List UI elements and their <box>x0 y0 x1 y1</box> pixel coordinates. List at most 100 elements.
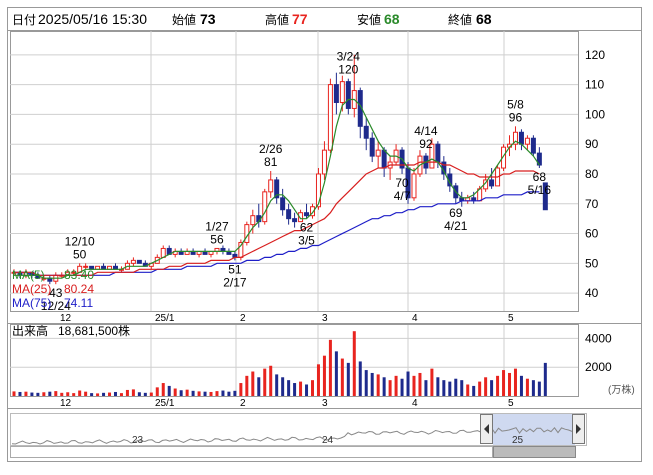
overview-left-handle[interactable] <box>480 414 493 444</box>
scrollbar-track[interactable] <box>10 446 493 458</box>
volume-bar <box>113 391 117 396</box>
volume-tick-label: 2000 <box>585 360 612 374</box>
low-label: 安値 <box>357 12 381 27</box>
overview-year-label: 24 <box>322 435 334 446</box>
high-label: 高値 <box>265 12 289 27</box>
volume-bar <box>125 389 129 396</box>
volume-bar <box>460 380 464 396</box>
volume-bar <box>221 390 225 396</box>
volume-bar <box>412 375 416 396</box>
volume-bar <box>543 362 547 396</box>
annotation-value: 68 <box>533 170 547 184</box>
candle-body <box>130 259 136 264</box>
annotation-date: 3/24 <box>337 50 361 64</box>
candle-body <box>321 149 327 175</box>
ma75-label: MA(75) <box>12 296 51 310</box>
high-value: 77 <box>292 11 308 27</box>
volume-bar <box>18 391 22 396</box>
volume-bar <box>454 378 458 396</box>
annotation-value: 69 <box>449 206 463 220</box>
low-value: 68 <box>384 11 400 27</box>
volume-bar <box>382 377 386 396</box>
candle-body <box>339 81 345 103</box>
volume-bar <box>78 390 82 396</box>
volume-bar <box>358 361 362 396</box>
volume-bar <box>66 392 70 396</box>
volume-bar <box>442 380 446 396</box>
annotation-value: 96 <box>509 110 523 124</box>
overview-strip[interactable]: 23 24 25 <box>10 413 587 458</box>
volume-bar <box>30 392 34 396</box>
volume-bar <box>161 383 165 396</box>
volume-bar <box>191 390 195 396</box>
price-tick-label: 40 <box>585 286 599 300</box>
volume-bar <box>233 390 237 396</box>
price-tick-label: 80 <box>585 167 599 181</box>
volume-bar <box>352 331 356 396</box>
price-tick-label: 120 <box>585 48 605 62</box>
annotation-date: 4/7 <box>394 189 411 203</box>
volume-bar <box>478 381 482 396</box>
annotation-value: 50 <box>73 247 87 261</box>
volume-bar <box>364 370 368 396</box>
candle-body <box>292 218 298 223</box>
annotation-value: 120 <box>338 63 358 77</box>
volume-bar <box>60 392 64 396</box>
open-value: 73 <box>200 11 216 27</box>
candle-body <box>381 149 387 169</box>
month-label: 2 <box>240 398 246 409</box>
volume-bar <box>84 391 88 396</box>
volume-bar <box>275 374 279 396</box>
stock-chart-widget: 日付 2025/05/16 15:30 始値 73 高値 77 安値 68 終値… <box>0 0 653 470</box>
volume-bar <box>424 380 428 396</box>
month-label: 5 <box>508 313 514 324</box>
candle-body <box>524 137 530 145</box>
overview-right-handle[interactable] <box>572 414 585 444</box>
volume-bar <box>269 365 273 396</box>
volume-bar <box>472 385 476 396</box>
close-value: 68 <box>476 11 492 27</box>
price-tick-label: 70 <box>585 197 599 211</box>
volume-bar <box>149 392 153 396</box>
month-label: 5 <box>508 398 514 409</box>
volume-bar <box>370 372 374 396</box>
volume-bar <box>400 378 404 396</box>
annotation-date: 5/8 <box>507 97 524 111</box>
volume-bar <box>203 391 207 396</box>
volume-bar <box>197 391 201 396</box>
volume-bar <box>131 389 135 396</box>
volume-bar <box>239 383 243 396</box>
volume-bar <box>102 392 106 396</box>
candle-body <box>369 137 375 157</box>
candle-body <box>250 215 256 226</box>
overview-selection[interactable] <box>493 414 575 445</box>
volume-bar <box>484 377 488 396</box>
month-label: 3 <box>322 313 328 324</box>
annotation-value: 81 <box>264 155 278 169</box>
volume-bar <box>305 384 309 396</box>
volume-bar <box>54 391 58 396</box>
volume-bar <box>293 383 297 396</box>
price-tick-label: 50 <box>585 256 599 270</box>
volume-bar <box>448 381 452 396</box>
volume-bar <box>316 364 320 396</box>
candle-body <box>489 179 495 187</box>
volume-bar <box>340 358 344 396</box>
candle-body <box>268 179 274 193</box>
annotation-value: 70 <box>395 176 409 190</box>
volume-bar <box>531 380 535 396</box>
chart-svg: 日付 2025/05/16 15:30 始値 73 高値 77 安値 68 終値… <box>7 7 642 462</box>
volume-bar <box>155 387 159 396</box>
volume-bar <box>48 391 52 396</box>
overview-year-label: 25 <box>512 435 524 446</box>
annotation-date: 3/5 <box>298 234 315 248</box>
scrollbar-thumb[interactable] <box>493 446 576 458</box>
close-label: 終値 <box>448 12 472 27</box>
volume-bar <box>72 393 76 396</box>
annotation-date: 12/10 <box>65 234 95 248</box>
month-label: 3 <box>322 398 328 409</box>
candle-body <box>333 84 339 103</box>
volume-bar <box>508 372 512 396</box>
price-tick-label: 60 <box>585 227 599 241</box>
volume-title: 出来高 <box>12 323 48 338</box>
